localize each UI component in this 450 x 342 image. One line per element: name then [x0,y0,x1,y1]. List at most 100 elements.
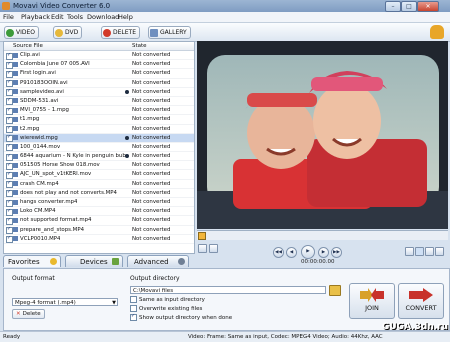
file-row[interactable]: Loko CM.MP4 Not converted [4,207,194,217]
window-title: Movavi Video Converter 6.0 [13,2,111,10]
file-checkbox[interactable] [6,199,13,207]
next-frame-button[interactable]: ▶▶ [331,247,342,258]
loop-icon[interactable] [405,247,414,256]
file-checkbox[interactable] [6,180,13,189]
chevron-down-icon: ▼ [112,300,116,306]
file-row[interactable]: 6844 aquarium - N Kyle in penguin bubble… [4,152,194,162]
col-source-file[interactable]: Source File [13,43,43,49]
menu-help[interactable]: Help [118,13,133,21]
step-back-button[interactable]: ◀ [286,247,297,258]
file-list[interactable]: Source File State Clip.aviNot convertedC… [3,41,195,254]
file-row[interactable]: VCLP0010.MP4 Not converted [4,235,194,244]
browse-folder-icon[interactable] [329,285,341,296]
file-checkbox[interactable] [6,134,13,143]
file-row[interactable]: samplevideo.avi Not converted [4,88,194,97]
file-checkbox[interactable] [6,52,13,60]
file-state: Not converted [132,153,171,160]
play-button[interactable]: ▶ [301,245,315,259]
prev-frame-button[interactable]: ◀◀ [273,247,284,258]
menu-download[interactable]: Download [87,13,119,21]
file-checkbox[interactable] [6,162,13,170]
close-button[interactable]: ✕ [417,1,439,12]
tab-devices[interactable]: Devices [65,255,123,267]
col-state[interactable]: State [132,43,147,49]
file-checkbox[interactable] [6,171,13,179]
file-row[interactable]: 051505 Horse Show 018.mov Not converted [4,161,194,171]
video-file-icon [13,181,18,187]
file-state: Not converted [132,189,171,196]
output-directory-input[interactable]: C:\Movavi files [130,286,326,294]
video-file-icon [13,236,18,242]
file-checkbox[interactable] [6,208,13,216]
menu-playback[interactable]: Playback [21,13,50,21]
file-name: 100_0144.mov [20,143,61,150]
file-row[interactable]: prepare_and_stops.MP4 Not converted [4,226,194,235]
file-row[interactable]: AJC_UN_spot_v1tKERI.mov Not converted [4,170,194,180]
tab-favorites[interactable]: Favorites [3,255,61,267]
fullscreen-icon[interactable] [435,247,444,256]
video-file-icon [13,116,18,122]
output-format-select[interactable]: Mpeg-4 format (.mp4) ▼ [12,298,118,306]
file-state: Not converted [132,70,171,77]
file-row[interactable]: t1.mpg Not converted [4,115,194,125]
file-row[interactable]: MVI_0755 - 1.mpg Not converted [4,106,194,116]
file-row[interactable]: does not play and not converts.MP4 Not co… [4,189,194,198]
file-checkbox[interactable] [6,61,13,69]
file-row[interactable]: Clip.avi Not converted [4,51,194,61]
video-file-icon [13,98,18,104]
file-checkbox[interactable] [6,226,13,235]
file-checkbox[interactable] [6,79,13,88]
file-checkbox[interactable] [6,70,13,78]
seek-thumb[interactable] [198,232,206,240]
file-row[interactable]: crash CM.mp4 Not converted [4,180,194,189]
video-file-icon [13,217,18,223]
show-when-done-checkbox[interactable]: Show output directory when done [130,313,232,321]
file-row[interactable]: First login.avi Not converted [4,69,194,79]
crop-icon[interactable] [209,244,218,253]
same-as-input-checkbox[interactable]: Same as input directory [130,296,205,303]
file-checkbox[interactable] [6,189,13,198]
menu-file[interactable]: File [3,13,14,21]
menu-tools[interactable]: Tools [67,13,83,21]
file-checkbox[interactable] [6,217,13,225]
file-name: VCLP0010.MP4 [20,235,61,242]
file-row[interactable]: hangs converter.mp4 Not converted [4,198,194,208]
join-button[interactable]: JOIN [349,283,395,319]
file-checkbox[interactable] [6,97,13,106]
file-row[interactable]: Colombia June 07 005.AVI Not converted [4,60,194,70]
show-when-done-box [130,313,137,321]
file-checkbox[interactable] [6,235,13,244]
minimize-button[interactable]: – [385,1,401,12]
tab-advanced[interactable]: Advanced [127,255,189,267]
overwrite-checkbox[interactable]: Overwrite existing files [130,305,202,312]
settings-icon[interactable] [425,247,434,256]
convert-button[interactable]: CONVERT [398,283,444,319]
file-row[interactable]: P910183OOIN.avi Not converted [4,79,194,88]
file-row[interactable]: 100_0144.mov Not converted [4,143,194,153]
menu-edit[interactable]: Edit [51,13,64,21]
delete-button[interactable]: DELETE [101,26,141,39]
file-checkbox[interactable] [6,125,13,133]
delete-preset-button[interactable]: ✕ Delete [12,309,45,319]
file-row[interactable]: t2.mpg Not converted [4,125,194,134]
add-dvd-button[interactable]: DVD [53,26,83,39]
file-checkbox[interactable] [6,116,13,124]
step-forward-button[interactable]: ▶ [318,247,329,258]
file-checkbox[interactable] [6,143,13,152]
gallery-button[interactable]: GALLERY [148,26,191,39]
video-frame-image [197,41,448,229]
file-checkbox[interactable] [6,88,13,97]
snapshot-icon[interactable] [198,244,207,253]
file-row[interactable]: SDDM-531.avi Not converted [4,97,194,107]
maximize-button[interactable]: □ [401,1,417,12]
file-row[interactable]: not supported format.mp4 Not converted [4,216,194,226]
seek-bar[interactable] [197,230,448,240]
file-checkbox[interactable] [6,153,13,161]
file-row[interactable]: wierewid.mpg Not converted [4,133,194,143]
video-file-icon [13,190,18,196]
info-dot-icon [125,89,129,94]
add-video-button[interactable]: VIDEO [4,26,40,39]
join-arrows-icon [360,288,384,302]
file-checkbox[interactable] [6,107,13,115]
volume-icon[interactable] [415,247,424,256]
